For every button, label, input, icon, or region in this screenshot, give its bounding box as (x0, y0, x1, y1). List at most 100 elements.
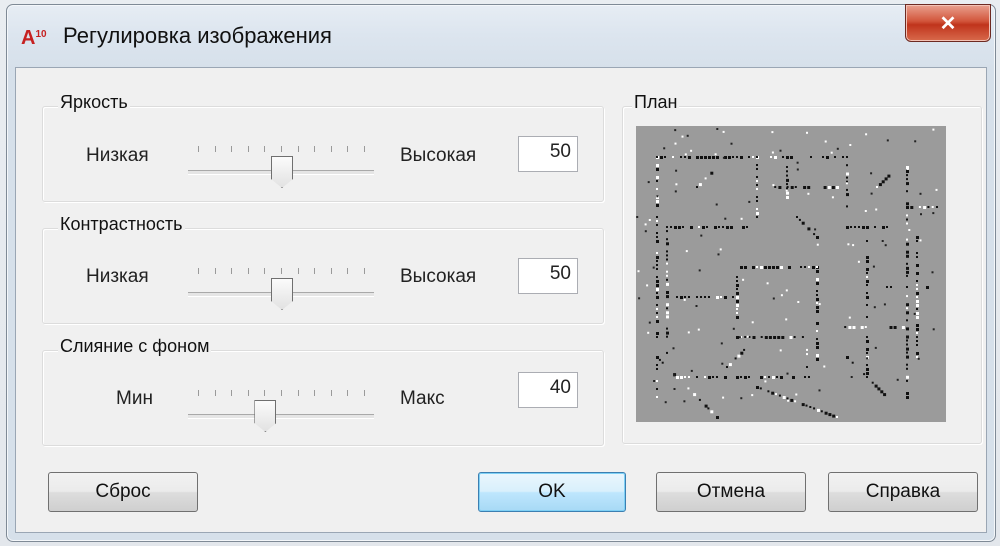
plan-dot (866, 364, 868, 366)
brightness-slider[interactable] (188, 134, 374, 188)
plan-dot (810, 156, 812, 158)
ok-button[interactable]: OK (478, 472, 626, 512)
plan-dot (801, 403, 805, 407)
plan-speck (917, 357, 920, 360)
plan-speck (698, 269, 701, 272)
plan-dot (676, 296, 678, 298)
plan-speck (883, 303, 886, 306)
plan-dot (906, 379, 908, 382)
plan-speck (824, 140, 827, 143)
plan-dot (860, 326, 864, 329)
slider-thumb[interactable] (254, 400, 277, 432)
plan-dot (881, 180, 885, 184)
plan-dot (656, 260, 658, 262)
plan-dot (672, 156, 674, 158)
plan-speck (796, 161, 799, 164)
plan-dot (732, 156, 734, 158)
contrast-value-field[interactable]: 50 (518, 258, 578, 294)
plan-dot (666, 311, 669, 315)
plan-dot (866, 284, 868, 286)
plan-speck (785, 189, 788, 192)
plan-dot (767, 390, 770, 393)
plan-speck (720, 342, 723, 345)
plan-dot (786, 187, 788, 190)
plan-dot (906, 347, 909, 351)
plan-speck (690, 369, 693, 372)
fade-value-field[interactable]: 40 (518, 372, 578, 408)
plan-speck (740, 217, 743, 220)
plan-dot (666, 226, 668, 228)
brightness-group-label: Яркость (58, 92, 130, 113)
contrast-slider[interactable] (188, 256, 374, 310)
plan-dot (656, 200, 659, 203)
plan-dot (916, 292, 919, 295)
plan-dot (771, 391, 775, 395)
plan-dot (854, 226, 856, 228)
plan-dot (812, 266, 815, 269)
plan-speck (683, 298, 686, 301)
fade-max-label: Макс (400, 388, 445, 409)
plan-speck (797, 301, 800, 303)
plan-dot (906, 262, 908, 265)
plan-speck (796, 168, 799, 171)
plan-dot (778, 186, 782, 189)
plan-dot (773, 336, 777, 339)
plan-dot (756, 212, 759, 215)
slider-tick (347, 146, 349, 152)
plan-dot (676, 376, 679, 379)
slider-thumb[interactable] (271, 278, 293, 310)
plan-dot (680, 376, 683, 379)
plan-dot (866, 296, 869, 299)
brightness-value-field[interactable]: 50 (518, 136, 578, 172)
plan-dot (748, 376, 750, 378)
plan-speck (919, 239, 922, 242)
plan-dot (906, 274, 908, 277)
plan-dot (656, 280, 659, 283)
plan-dot (910, 206, 914, 209)
plan-dot (656, 292, 658, 294)
plan-speck (687, 331, 690, 334)
plan-dot (906, 351, 908, 354)
slider-tick (330, 268, 332, 274)
slider-thumb[interactable] (271, 156, 293, 188)
plan-dot (809, 406, 812, 408)
plan-dot (846, 164, 848, 167)
close-button[interactable]: ✕ (905, 4, 991, 42)
plan-dot (706, 226, 708, 228)
reset-button[interactable]: Сброс (48, 472, 198, 512)
plan-dot (800, 266, 802, 268)
plan-dot (734, 357, 737, 360)
plan-dot (846, 226, 849, 229)
slider-tick (281, 390, 282, 396)
plan-dot (836, 186, 839, 189)
cancel-button[interactable]: Отмена (656, 472, 806, 512)
plan-dot (666, 278, 668, 281)
plan-dot (798, 218, 801, 221)
plan-dot (726, 226, 729, 229)
plan-dot (736, 312, 738, 314)
plan-dot (866, 316, 868, 318)
title-bar[interactable]: A10 Регулировка изображения ✕ (7, 4, 995, 67)
plan-speck (771, 131, 774, 134)
plan-dot (790, 398, 794, 402)
plan-dot (846, 172, 849, 176)
plan-dot (786, 397, 789, 400)
plan-dot (792, 376, 795, 379)
plan-speck (906, 168, 909, 170)
plan-dot (732, 296, 734, 298)
plan-speck (913, 312, 916, 315)
slider-tick (347, 390, 349, 396)
plan-dot (866, 372, 869, 375)
plan-dot (916, 236, 919, 239)
plan-dot (656, 356, 659, 359)
plan-dot (666, 258, 668, 261)
plan-dot (866, 260, 869, 263)
plan-speck (690, 149, 693, 152)
plan-dot (906, 307, 908, 310)
fade-slider[interactable] (188, 378, 374, 432)
help-button[interactable]: Справка (828, 472, 978, 512)
plan-speck (715, 203, 718, 206)
plan-speck (648, 219, 651, 221)
plan-dot (656, 368, 658, 370)
plan-dot (906, 355, 909, 359)
